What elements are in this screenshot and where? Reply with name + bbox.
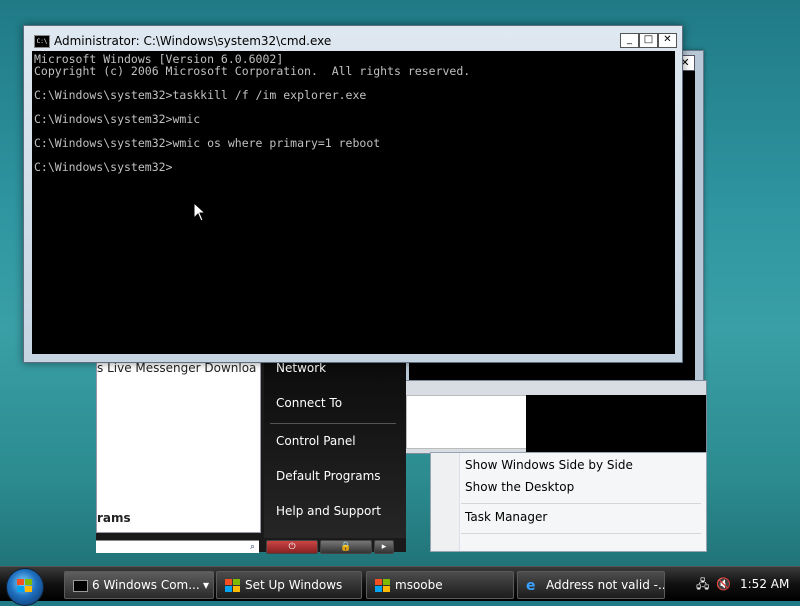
network-icon[interactable]: 🖧 [696,571,709,597]
lock-icon[interactable]: 🔒 [320,540,372,554]
start-menu-network[interactable]: Network [276,361,326,375]
ie-icon: e [526,577,536,594]
search-icon: ⌕ [249,542,255,552]
background-console-fragment [526,395,706,453]
menu-item-show-desktop[interactable]: Show the Desktop [465,480,574,494]
menu-item-task-manager[interactable]: Task Manager [465,510,547,524]
console-line: C:\Windows\system32>wmic os where primar… [34,136,381,150]
taskbar: 6 Windows Com... ▾ Set Up Windows msoobe… [0,566,800,606]
windows-logo-icon [17,579,32,592]
start-menu-right-pane: Network Connect To Control Panel Default… [264,356,406,538]
start-button[interactable] [6,568,44,606]
context-menu-icon-strip [431,453,460,551]
start-menu-default-programs[interactable]: Default Programs [276,469,381,483]
menu-item-side-by-side[interactable]: Show Windows Side by Side [465,458,633,472]
chevron-down-icon: ▾ [202,578,209,592]
system-tray: 🖧 🔇 1:52 AM [690,571,800,597]
maximize-button[interactable]: □ [639,33,658,48]
clock[interactable]: 1:52 AM [740,571,789,597]
console-prompt: C:\Windows\system32> [34,160,173,174]
context-menu-separator [461,503,701,504]
console-line: Copyright (c) 2006 Microsoft Corporation… [34,64,471,78]
start-menu-program-item[interactable]: s Live Messenger Download [97,361,257,375]
context-menu-separator [461,533,701,534]
cmd-icon [73,579,88,592]
console-line: C:\Windows\system32>wmic [34,112,201,126]
start-menu: s Live Messenger Download rams ⌕ Network… [96,356,406,554]
power-buttons: ⏻ 🔒 ▸ [266,540,394,554]
taskbar-button-cmd-group[interactable]: 6 Windows Com... ▾ [64,571,214,599]
mouse-cursor-icon [193,202,207,222]
background-window-fragment [400,380,707,454]
minimize-button[interactable]: _ [620,33,639,48]
taskbar-button-setup-windows[interactable]: Set Up Windows [216,571,362,599]
all-programs-item[interactable]: rams [97,511,131,525]
task-label: Set Up Windows [245,578,343,592]
window-title: Administrator: C:\Windows\system32\cmd.e… [54,34,332,48]
power-icon[interactable]: ⏻ [266,540,318,554]
windows-flag-icon [375,578,390,592]
task-label: 6 Windows Com... [92,578,200,592]
windows-flag-icon [225,578,240,592]
task-label: Address not valid -... [546,578,665,592]
taskbar-context-menu: Show Windows Side by Side Show the Deskt… [430,452,707,552]
console-line: C:\Windows\system32>taskkill /f /im expl… [34,88,367,102]
start-menu-separator [270,423,396,424]
volume-muted-icon[interactable]: 🔇 [716,571,731,597]
console-output[interactable]: Microsoft Windows [Version 6.0.6002] Cop… [32,51,675,354]
close-button[interactable]: ✕ [658,33,677,48]
start-menu-connect-to[interactable]: Connect To [276,396,342,410]
background-white-panel [406,395,528,449]
taskbar-button-ie[interactable]: e Address not valid -... [517,571,665,599]
cmd-window[interactable]: C:\ Administrator: C:\Windows\system32\c… [23,25,683,363]
start-menu-left-pane: s Live Messenger Download rams [96,356,261,533]
start-search-input[interactable]: ⌕ [96,540,259,553]
taskbar-button-msoobe[interactable]: msoobe [366,571,514,599]
start-menu-control-panel[interactable]: Control Panel [276,434,356,448]
task-label: msoobe [395,578,443,592]
start-menu-help-support[interactable]: Help and Support [276,504,381,518]
power-options-arrow-icon[interactable]: ▸ [374,540,394,554]
